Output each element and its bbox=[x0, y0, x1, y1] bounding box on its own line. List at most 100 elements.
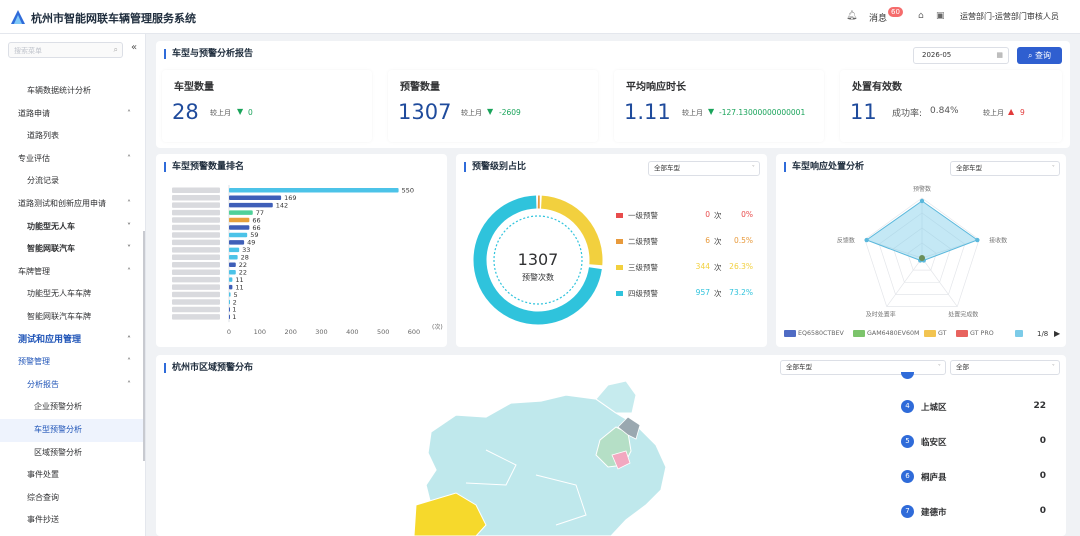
radar-axis-label: 处置完成数 bbox=[948, 311, 978, 319]
bar[interactable] bbox=[229, 240, 245, 245]
district-item[interactable]: 5 临安区 0 bbox=[896, 432, 1060, 456]
radar-legend-item[interactable]: EQ6580CTBEV bbox=[784, 330, 844, 340]
sidebar-item-cc[interactable]: 事件抄送 bbox=[0, 509, 145, 532]
district-name: 建德市 bbox=[921, 508, 947, 518]
bar[interactable] bbox=[229, 202, 273, 208]
sidebar-item-model-warning[interactable]: 车型预警分析 bbox=[0, 418, 145, 442]
chevron-up-icon: ˄ bbox=[127, 357, 131, 367]
legend-swatch bbox=[616, 291, 623, 296]
district-item[interactable]: 7 建德市 0 bbox=[896, 502, 1060, 526]
sidebar-item-unmanned[interactable]: 功能型无人车 ˅ bbox=[0, 216, 145, 239]
bar[interactable] bbox=[229, 292, 231, 297]
legend-swatch bbox=[1015, 330, 1023, 337]
message-label[interactable]: 消息 bbox=[869, 11, 887, 24]
radar-point[interactable] bbox=[975, 237, 980, 243]
radar-point[interactable] bbox=[919, 198, 925, 204]
bar[interactable] bbox=[229, 188, 399, 193]
user-menu[interactable]: 运营部门-运营部门审核人员 bbox=[960, 11, 1059, 22]
bar[interactable] bbox=[229, 255, 238, 260]
fullscreen-icon[interactable]: ▣ bbox=[936, 11, 945, 21]
sidebar-item-road-list[interactable]: 道路列表 bbox=[0, 125, 145, 148]
radar-legend-item[interactable]: GT PRO bbox=[956, 330, 994, 340]
sidebar-item-label: 测试和应用管理 bbox=[18, 334, 82, 345]
level-legend-item[interactable]: 三级预警 344 次 26.3% bbox=[616, 262, 761, 274]
sidebar-nav: 车辆数据统计分析 道路申请 ˄ 道路列表 专业评估 ˄ 分流记录 道路测试和创新应用… bbox=[0, 80, 145, 532]
sidebar-item-connected-plates[interactable]: 智能网联汽车车牌 bbox=[0, 306, 145, 329]
bar[interactable] bbox=[229, 299, 230, 305]
levels-model-select[interactable]: 全部车型 ˅ bbox=[648, 161, 760, 176]
sidebar-item-connected[interactable]: 智能网联汽车 ˅ bbox=[0, 238, 145, 261]
home-icon[interactable]: ⌂ bbox=[918, 11, 924, 21]
kpi-compare-label: 较上月 bbox=[210, 109, 231, 117]
sidebar-item-test-apply[interactable]: 道路测试和创新应用申请 ˄ bbox=[0, 193, 145, 216]
sidebar-item-unmanned-plates[interactable]: 功能型无人车车牌 bbox=[0, 283, 145, 306]
sidebar-item-company-warning[interactable]: 企业预警分析 bbox=[0, 396, 145, 419]
collapse-sidebar-icon[interactable]: « bbox=[131, 42, 137, 53]
sidebar-item-test-mgmt[interactable]: 测试和应用管理 ˄ bbox=[0, 329, 145, 352]
district-item[interactable]: 4 上城区 22 bbox=[896, 397, 1060, 421]
legend-label: EQ6580CTBEV bbox=[798, 330, 844, 337]
legend-pct: 26.3% bbox=[729, 262, 753, 271]
kpi-change: -127.13000000000001 bbox=[719, 108, 806, 117]
chevron-up-icon: ˄ bbox=[127, 153, 131, 163]
kpi-card-response: 平均响应时长 1.11 较上月 ▼ -127.13000000000001 bbox=[614, 70, 824, 142]
query-button[interactable]: ⌕ 查询 bbox=[1017, 47, 1062, 64]
bar[interactable] bbox=[229, 247, 240, 253]
legend-label: GT PRO bbox=[970, 330, 994, 337]
level-legend-item[interactable]: 一级预警 0 次 0% bbox=[616, 210, 761, 222]
sidebar-item-label: 区域预警分析 bbox=[34, 447, 82, 457]
sidebar-item-vehicle-stats[interactable]: 车辆数据统计分析 bbox=[0, 80, 145, 103]
radar-legend-item[interactable]: GT bbox=[924, 330, 947, 340]
district-value: 0 bbox=[1039, 471, 1046, 481]
ranking-card: 车型预警数量排名 550 169 142 77 66 66 59 49 33 28 22 22 11 11… bbox=[156, 154, 447, 347]
arrow-down-icon: ▼ bbox=[237, 107, 244, 116]
radar-legend-item[interactable]: GAM6480EV60M bbox=[853, 330, 919, 340]
sidebar-item-label: 综合查询 bbox=[27, 492, 59, 502]
district-name: 桐庐县 bbox=[921, 473, 947, 483]
bell-icon[interactable]: 🔔︎ bbox=[846, 11, 857, 21]
legend-pct: 0.5% bbox=[733, 236, 753, 245]
menu-search-input[interactable]: 搜索菜单 ⌕ bbox=[8, 42, 123, 58]
district-rank: 7 bbox=[901, 505, 914, 518]
select-value: 全部 bbox=[956, 363, 969, 371]
hangzhou-map[interactable] bbox=[156, 355, 756, 536]
radar-series-area[interactable] bbox=[865, 200, 979, 261]
bar[interactable] bbox=[229, 314, 230, 320]
bar[interactable] bbox=[229, 210, 253, 215]
arrow-down-icon: ▼ bbox=[487, 107, 494, 116]
bar[interactable] bbox=[229, 277, 233, 282]
arrow-down-icon: ▼ bbox=[708, 107, 715, 116]
sidebar-item-diversion[interactable]: 分流记录 bbox=[0, 170, 145, 193]
category-label-blurred bbox=[172, 299, 220, 305]
bar[interactable] bbox=[229, 307, 230, 312]
bar[interactable] bbox=[229, 269, 236, 275]
radar-point[interactable] bbox=[864, 237, 869, 243]
sidebar-item-incident[interactable]: 事件处置 bbox=[0, 464, 145, 487]
sidebar-item-query[interactable]: 综合查询 bbox=[0, 487, 145, 510]
bar[interactable] bbox=[229, 195, 282, 200]
legend-page: 1/8 bbox=[1037, 330, 1049, 338]
bar[interactable] bbox=[229, 225, 250, 230]
bar[interactable] bbox=[229, 232, 248, 238]
x-tick-label: 600 bbox=[408, 328, 420, 336]
sidebar-scrollbar[interactable] bbox=[143, 231, 145, 461]
ranking-chart: 550169142776666594933282222111152110 100 2… bbox=[172, 185, 443, 336]
level-legend-item[interactable]: 四级预警 957 次 73.2% bbox=[616, 288, 761, 300]
sidebar-item-road-apply[interactable]: 道路申请 ˄ bbox=[0, 103, 145, 126]
bar[interactable] bbox=[229, 284, 233, 290]
category-label-blurred bbox=[172, 306, 220, 313]
level-legend-item[interactable]: 二级预警 6 次 0.5% bbox=[616, 236, 761, 248]
district-item[interactable]: 6 桐庐县 0 bbox=[896, 467, 1060, 491]
sidebar-item-region-warning[interactable]: 区域预警分析 bbox=[0, 442, 145, 465]
sidebar-item-reports[interactable]: 分析报告 ˄ bbox=[0, 374, 145, 397]
radar-axis-label: 接收数 bbox=[989, 236, 1007, 244]
sidebar-item-warning-mgmt[interactable]: 预警管理 ˄ bbox=[0, 351, 145, 374]
bar[interactable] bbox=[229, 217, 250, 223]
legend-next-icon[interactable]: ▶ bbox=[1054, 329, 1060, 338]
date-picker[interactable]: 2026-05 ▦ bbox=[913, 47, 1009, 64]
sidebar-item-plates[interactable]: 车牌管理 ˄ bbox=[0, 261, 145, 284]
sidebar-item-assessment[interactable]: 专业评估 ˄ bbox=[0, 148, 145, 171]
bar[interactable] bbox=[229, 262, 236, 268]
radar-card: 车型响应处置分析 全部车型 ˅ 预警数 接收数 处置完成数 及时处置率 反馈数 EQ658… bbox=[776, 154, 1066, 347]
x-tick-label: 400 bbox=[346, 328, 358, 336]
